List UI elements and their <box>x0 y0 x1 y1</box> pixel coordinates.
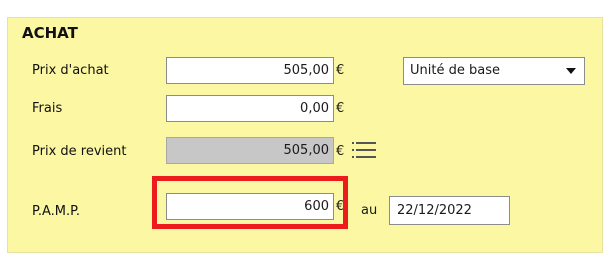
list-icon[interactable] <box>352 139 380 161</box>
highlight-box <box>152 176 348 229</box>
pamp-date-prefix: au <box>361 203 378 218</box>
frais-field[interactable]: 0,00 <box>166 95 334 122</box>
prix-revient-label: Prix de revient <box>32 144 127 159</box>
unit-select[interactable]: Unité de base <box>403 57 585 85</box>
unit-select-value: Unité de base <box>410 63 500 78</box>
group-title: ACHAT <box>20 24 80 42</box>
prix-revient-field: 505,00 <box>166 137 334 164</box>
achat-panel: ACHAT Prix d'achat 505,00 € Unité de bas… <box>0 0 606 255</box>
prix-revient-currency: € <box>336 144 345 159</box>
prix-achat-currency: € <box>336 63 345 78</box>
chevron-down-icon <box>566 68 576 74</box>
prix-achat-field[interactable]: 505,00 <box>166 57 334 84</box>
prix-achat-label: Prix d'achat <box>32 63 109 78</box>
frais-label: Frais <box>32 101 63 116</box>
pamp-date-field[interactable]: 22/12/2022 <box>389 196 510 225</box>
pamp-label: P.A.M.P. <box>32 204 81 219</box>
frais-currency: € <box>336 101 345 116</box>
